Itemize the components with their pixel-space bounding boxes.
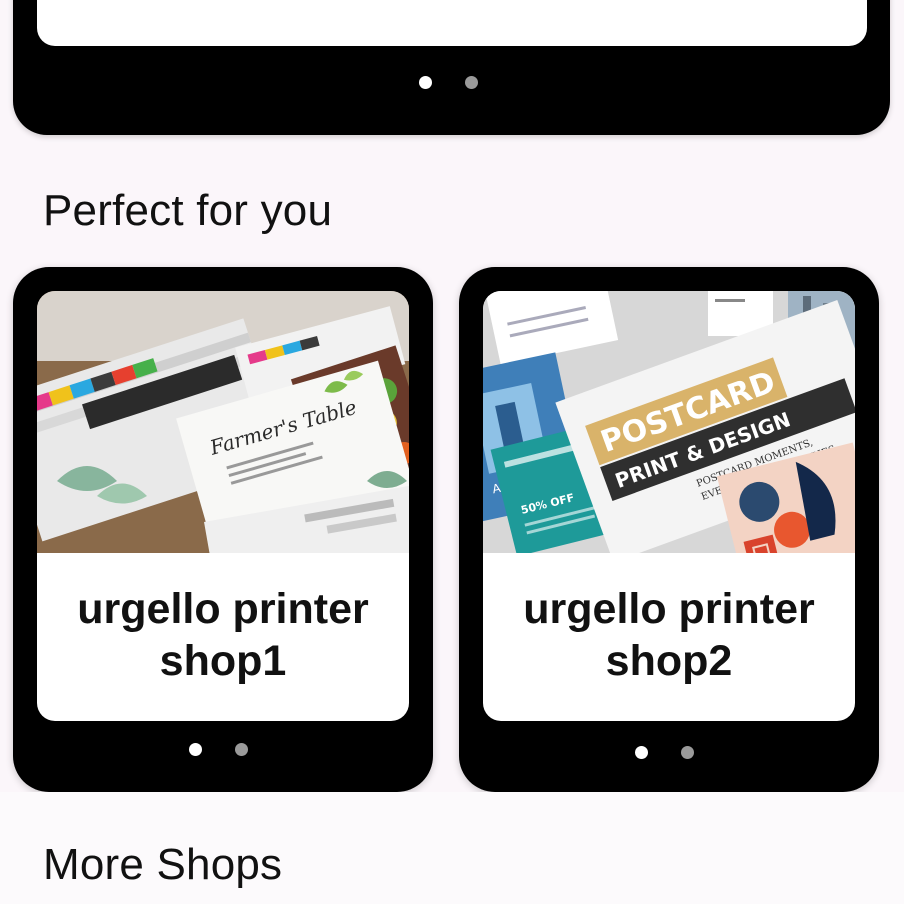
carousel-pagination [419, 76, 478, 89]
shop-card[interactable]: Farmer's Table urgello printer shop1 [13, 267, 433, 792]
section-title-more-shops: More Shops [43, 840, 283, 889]
section-title-perfect-for-you: Perfect for you [43, 186, 333, 235]
shop-card-content[interactable]: Farmer's Table urgello printer shop1 [37, 291, 409, 721]
shop-image-pagination [189, 743, 248, 756]
shop-name[interactable]: urgello printer shop2 [483, 583, 855, 687]
page-dot[interactable] [681, 746, 694, 759]
page-dot[interactable] [235, 743, 248, 756]
page-dot[interactable] [465, 76, 478, 89]
shop-image-pagination [635, 746, 694, 759]
shop-name[interactable]: urgello printer shop1 [37, 583, 409, 687]
featured-carousel[interactable] [13, 0, 890, 135]
page-dot-active[interactable] [635, 746, 648, 759]
page-dot-active[interactable] [419, 76, 432, 89]
screen: Perfect for you Farmer's Table urgello p… [0, 0, 904, 904]
shop-image-business-cards[interactable]: Farmer's Table [37, 291, 409, 553]
shop-card[interactable]: A N C E 50% OFF POSTCARD [459, 267, 879, 792]
page-dot-active[interactable] [189, 743, 202, 756]
featured-carousel-page[interactable] [37, 0, 867, 46]
shop-card-content[interactable]: A N C E 50% OFF POSTCARD [483, 291, 855, 721]
shop-image-postcards[interactable]: A N C E 50% OFF POSTCARD [483, 291, 855, 553]
